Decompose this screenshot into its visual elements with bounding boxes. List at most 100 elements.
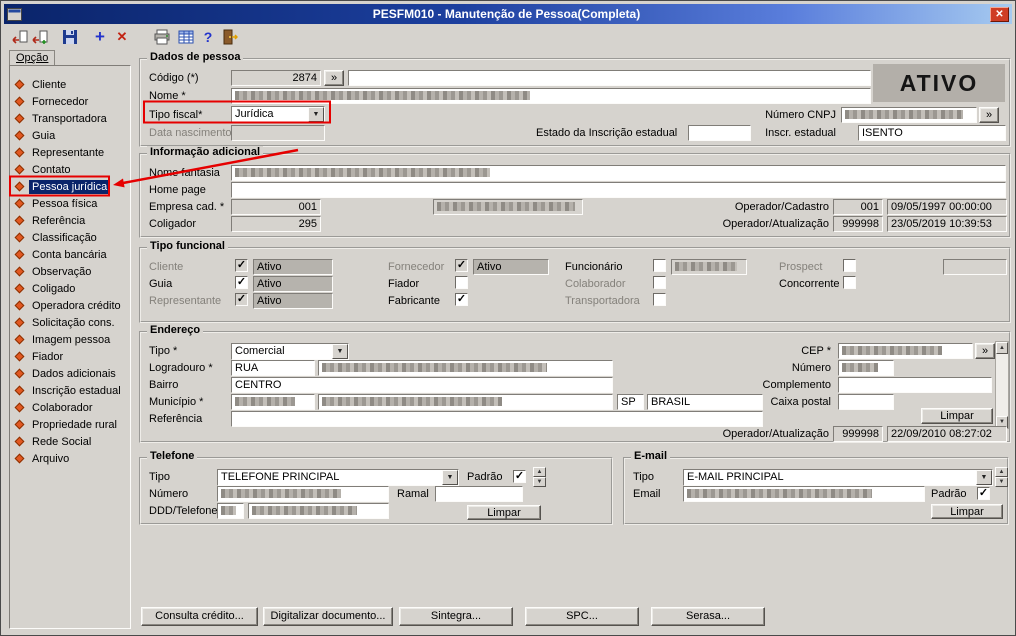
endereco-tipo-combo[interactable]: Comercial ▼	[231, 343, 349, 360]
cliente-checkbox: ✓	[235, 259, 248, 272]
spc-button[interactable]: SPC...	[525, 607, 639, 626]
telefone-padrao-checkbox[interactable]: ✓	[513, 470, 526, 483]
concorrente-checkbox[interactable]	[843, 276, 856, 289]
sidebar-item-fornecedor[interactable]: Fornecedor	[12, 93, 128, 110]
sidebar-item-coligado[interactable]: Coligado	[12, 280, 128, 297]
inscr-estadual-field[interactable]: ISENTO	[858, 125, 1006, 141]
sidebar-item-guia[interactable]: Guia	[12, 127, 128, 144]
grid-icon[interactable]	[177, 28, 195, 46]
complemento-field[interactable]	[838, 377, 992, 393]
sidebar-item-classificacao[interactable]: Classificação	[12, 229, 128, 246]
cnpj-lookup-button[interactable]: »	[979, 107, 999, 123]
telefone-limpar-button[interactable]: Limpar	[467, 505, 541, 520]
ddd-telefone-label: DDD/Telefone	[149, 505, 218, 517]
add-icon[interactable]: +	[91, 28, 109, 46]
telefone-scroll-up-icon[interactable]: ▲	[533, 467, 546, 477]
logradouro-field[interactable]	[318, 360, 613, 376]
serasa-button[interactable]: Serasa...	[651, 607, 765, 626]
logradouro-tipo-field[interactable]: RUA	[231, 360, 315, 376]
funcionario-checkbox[interactable]	[653, 259, 666, 272]
caixa-postal-field[interactable]	[838, 394, 894, 410]
print-icon[interactable]	[153, 28, 171, 46]
sidebar-item-operadora-credito[interactable]: Operadora crédito	[12, 297, 128, 314]
sidebar-item-solicitacao-cons[interactable]: Solicitação cons.	[12, 314, 128, 331]
consulta-credito-button[interactable]: Consulta crédito...	[141, 607, 258, 626]
email-scroll-down-icon[interactable]: ▼	[995, 477, 1008, 487]
return-icon[interactable]	[11, 28, 29, 46]
sidebar-item-observacao[interactable]: Observação	[12, 263, 128, 280]
bairro-field[interactable]: CENTRO	[231, 377, 613, 393]
email-field[interactable]	[683, 486, 925, 502]
email-scroll-up-icon[interactable]: ▲	[995, 467, 1008, 477]
sidebar-item-colaborador[interactable]: Colaborador	[12, 399, 128, 416]
codigo-lookup-button[interactable]: »	[324, 70, 344, 86]
sidebar-item-inscricao-estadual[interactable]: Inscrição estadual	[12, 382, 128, 399]
sidebar-item-cliente[interactable]: Cliente	[12, 76, 128, 93]
ramal-field[interactable]	[435, 486, 523, 502]
municipio-codigo-field[interactable]	[231, 394, 315, 410]
help-icon[interactable]: ?	[199, 28, 217, 46]
email-limpar-button[interactable]: Limpar	[931, 504, 1003, 519]
sidebar-item-propriedade-rural[interactable]: Propriedade rural	[12, 416, 128, 433]
chevron-down-icon[interactable]: ▼	[332, 344, 348, 359]
telefone-tipo-combo[interactable]: TELEFONE PRINCIPAL ▼	[217, 469, 459, 486]
prospect-checkbox[interactable]	[843, 259, 856, 272]
cep-field[interactable]	[838, 343, 973, 359]
colaborador-checkbox[interactable]	[653, 276, 666, 289]
nome-fantasia-field[interactable]	[231, 165, 1006, 181]
chevron-down-icon[interactable]: ▼	[442, 470, 458, 485]
fiador-checkbox[interactable]	[455, 276, 468, 289]
sidebar-item-arquivo[interactable]: Arquivo	[12, 450, 128, 467]
sidebar-item-conta-bancaria[interactable]: Conta bancária	[12, 246, 128, 263]
ddd-telefone-field[interactable]	[248, 503, 389, 519]
digitalizar-documento-button[interactable]: Digitalizar documento...	[263, 607, 393, 626]
close-button[interactable]: ✕	[990, 6, 1009, 22]
tipo-fiscal-combo[interactable]: Jurídica ▼	[231, 106, 325, 123]
sidebar-item-representante[interactable]: Representante	[12, 144, 128, 161]
tab-opcao[interactable]: Opção	[9, 50, 56, 66]
fabricante-checkbox[interactable]: ✓	[455, 293, 468, 306]
home-page-field[interactable]	[231, 182, 1006, 198]
scroll-up-icon[interactable]: ▲	[996, 342, 1008, 354]
diamond-bullet-icon	[14, 198, 25, 209]
telefone-scroll-down-icon[interactable]: ▼	[533, 477, 546, 487]
uf-field[interactable]: SP	[617, 394, 644, 410]
sidebar-item-pessoa-juridica[interactable]: Pessoa jurídica	[12, 178, 128, 195]
sidebar-item-transportadora[interactable]: Transportadora	[12, 110, 128, 127]
numero-field[interactable]	[838, 360, 894, 376]
sidebar-item-pessoa-fisica[interactable]: Pessoa física	[12, 195, 128, 212]
chevron-down-icon[interactable]: ▼	[976, 470, 992, 485]
group-informacao-adicional-title: Informação adicional	[147, 146, 264, 158]
save-icon[interactable]	[61, 28, 79, 46]
referencia-field[interactable]	[231, 411, 763, 427]
cnpj-field[interactable]	[841, 107, 977, 123]
redacted-text	[252, 506, 357, 515]
sidebar-item-fiador[interactable]: Fiador	[12, 348, 128, 365]
telefone-numero-field[interactable]	[217, 486, 389, 502]
return-new-icon[interactable]	[31, 28, 49, 46]
codigo-descricao-field[interactable]	[348, 70, 871, 86]
delete-icon[interactable]: ✕	[113, 28, 131, 46]
sidebar-item-dados-adicionais[interactable]: Dados adicionais	[12, 365, 128, 382]
check-icon: ✓	[456, 259, 467, 271]
sidebar-item-referencia[interactable]: Referência	[12, 212, 128, 229]
exit-icon[interactable]	[221, 28, 239, 46]
email-tipo-combo[interactable]: E-MAIL PRINCIPAL ▼	[683, 469, 993, 486]
municipio-field[interactable]	[318, 394, 613, 410]
sidebar-item-imagem-pessoa[interactable]: Imagem pessoa	[12, 331, 128, 348]
nome-field[interactable]	[231, 88, 871, 104]
estado-inscricao-field[interactable]	[688, 125, 751, 141]
sintegra-button[interactable]: Sintegra...	[399, 607, 513, 626]
transportadora-checkbox[interactable]	[653, 293, 666, 306]
sidebar-item-contato[interactable]: Contato	[12, 161, 128, 178]
email-padrao-checkbox[interactable]: ✓	[977, 487, 990, 500]
guia-checkbox[interactable]: ✓	[235, 276, 248, 289]
numero-label: Número	[791, 362, 831, 374]
endereco-limpar-button[interactable]: Limpar	[921, 408, 993, 424]
endereco-scrollbar[interactable]: ▲ ▼	[995, 341, 1009, 429]
ddd-field[interactable]	[217, 503, 244, 519]
app-icon	[7, 7, 22, 21]
chevron-down-icon[interactable]: ▼	[308, 107, 324, 122]
cep-lookup-button[interactable]: »	[975, 343, 995, 359]
sidebar-item-rede-social[interactable]: Rede Social	[12, 433, 128, 450]
